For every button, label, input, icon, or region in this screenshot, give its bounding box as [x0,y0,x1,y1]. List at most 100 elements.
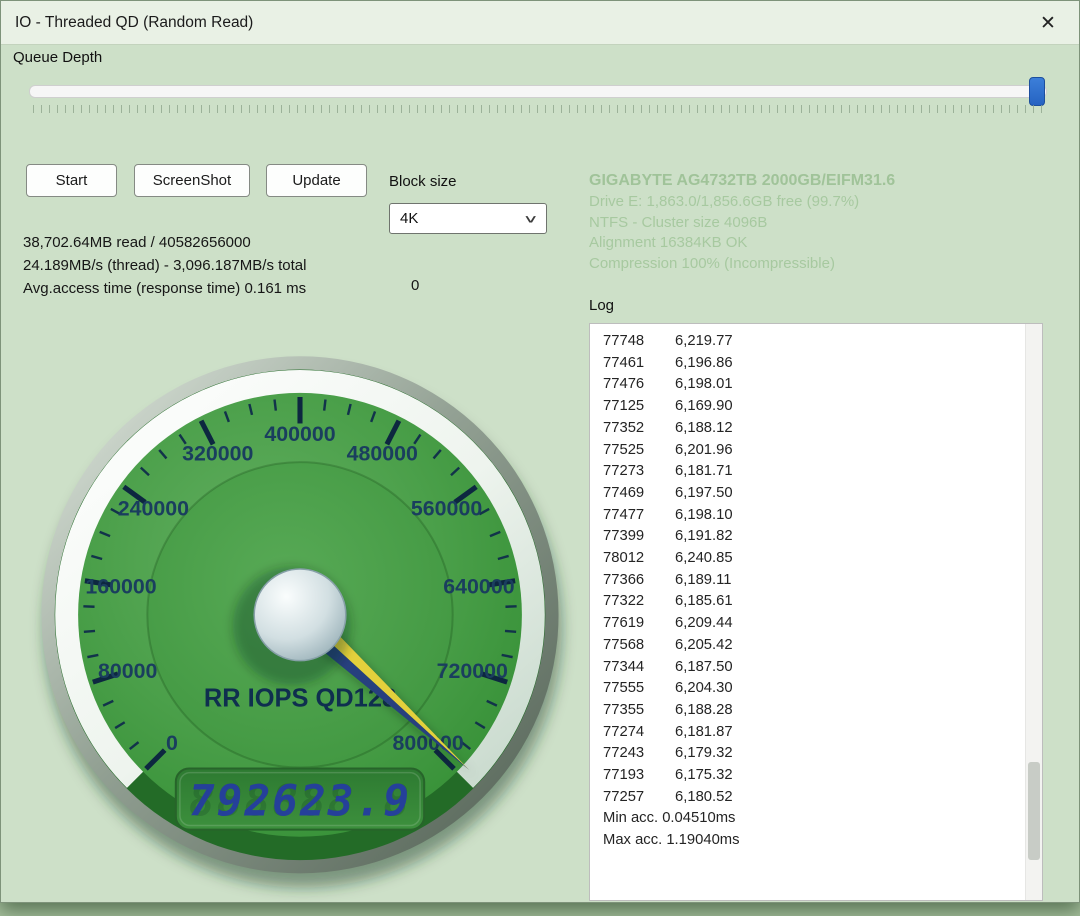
drive-filesystem: NTFS - Cluster size 4096B [589,213,895,234]
log-row[interactable]: 774696,197.50 [603,483,1025,505]
log-iops: 77273 [603,461,675,483]
iops-gauge: 0800001600002400003200004000004800005600… [15,339,585,916]
log-footer: Min acc. 0.04510ms [603,808,1025,830]
gauge-svg: 0800001600002400003200004000004800005600… [15,339,585,911]
svg-text:560000: 560000 [411,496,482,520]
log-footer: Max acc. 1.19040ms [603,830,1025,852]
log-iops: 77366 [603,570,675,592]
block-size-value: 4K [400,210,418,227]
svg-text:400000: 400000 [264,422,335,446]
log-rate: 6,188.28 [675,700,733,722]
svg-text:240000: 240000 [118,496,189,520]
close-icon[interactable]: ✕ [1025,1,1071,45]
update-button[interactable]: Update [266,164,367,197]
log-rate: 6,181.87 [675,722,733,744]
log-iops: 77257 [603,787,675,809]
block-size-label: Block size [389,173,457,190]
stat-access-time: Avg.access time (response time) 0.161 ms [23,277,306,300]
block-size-select[interactable]: 4K ∨ [389,203,547,234]
log-iops: 77476 [603,374,675,396]
log-iops: 77461 [603,353,675,375]
svg-text:640000: 640000 [443,575,514,599]
queue-depth-label: Queue Depth [13,49,102,66]
log-row[interactable]: 772436,179.32 [603,743,1025,765]
benchmark-stats: 38,702.64MB read / 40582656000 24.189MB/… [23,231,306,300]
drive-space: Drive E: 1,863.0/1,856.6GB free (99.7%) [589,192,895,213]
log-row[interactable]: 775256,201.96 [603,440,1025,462]
log-iops: 77619 [603,613,675,635]
log-rate: 6,189.11 [675,570,732,592]
queue-depth-slider-thumb[interactable] [1029,77,1045,106]
log-listbox[interactable]: 777486,219.77774616,196.86774766,198.017… [589,323,1043,901]
lcd-value: 792623.9 [189,776,411,826]
log-row[interactable]: 773526,188.12 [603,418,1025,440]
log-iops: 77469 [603,483,675,505]
log-iops: 77525 [603,440,675,462]
log-rate: 6,196.86 [675,353,733,375]
log-iops: 77568 [603,635,675,657]
counter-value: 0 [411,277,419,294]
log-scrollbar-thumb[interactable] [1028,762,1040,860]
log-row[interactable]: 775686,205.42 [603,635,1025,657]
log-iops: 77243 [603,743,675,765]
log-row[interactable]: 774616,196.86 [603,353,1025,375]
log-row[interactable]: 771256,169.90 [603,396,1025,418]
log-rate: 6,240.85 [675,548,733,570]
log-iops: 77274 [603,722,675,744]
log-row[interactable]: 771936,175.32 [603,765,1025,787]
log-rate: 6,175.32 [675,765,733,787]
screenshot-button[interactable]: ScreenShot [134,164,250,197]
log-row[interactable]: 772746,181.87 [603,722,1025,744]
log-scrollbar[interactable] [1025,324,1042,900]
log-iops: 77477 [603,505,675,527]
log-row[interactable]: 773446,187.50 [603,657,1025,679]
log-row[interactable]: 773996,191.82 [603,526,1025,548]
log-rate: 6,181.71 [675,461,733,483]
drive-model: GIGABYTE AG4732TB 2000GB/EIFM31.6 [589,169,895,192]
log-rate: 6,204.30 [675,678,733,700]
log-rate: 6,198.01 [675,374,733,396]
log-iops: 77344 [603,657,675,679]
start-button[interactable]: Start [26,164,117,197]
slider-ticks [33,105,1043,113]
stat-speed: 24.189MB/s (thread) - 3,096.187MB/s tota… [23,254,306,277]
svg-text:80000: 80000 [98,659,157,683]
stat-read: 38,702.64MB read / 40582656000 [23,231,306,254]
log-iops: 77322 [603,591,675,613]
log-row[interactable]: 776196,209.44 [603,613,1025,635]
log-rate: 6,205.42 [675,635,733,657]
svg-text:0: 0 [166,731,178,755]
log-rate: 6,197.50 [675,483,733,505]
gauge-hub [254,569,346,661]
log-row[interactable]: 772736,181.71 [603,461,1025,483]
app-window: IO - Threaded QD (Random Read) ✕ Queue D… [0,0,1080,903]
log-rate: 6,209.44 [675,613,733,635]
log-row[interactable]: 780126,240.85 [603,548,1025,570]
log-iops: 77555 [603,678,675,700]
log-rate: 6,169.90 [675,396,733,418]
log-rate: 6,191.82 [675,526,733,548]
log-row[interactable]: 774766,198.01 [603,374,1025,396]
log-iops: 77352 [603,418,675,440]
svg-text:720000: 720000 [437,659,508,683]
log-row[interactable]: 773556,188.28 [603,700,1025,722]
log-list: 777486,219.77774616,196.86774766,198.017… [590,324,1025,852]
log-row[interactable]: 775556,204.30 [603,678,1025,700]
log-row[interactable]: 777486,219.77 [603,331,1025,353]
log-label: Log [589,297,614,314]
queue-depth-slider-track[interactable] [29,85,1047,98]
log-row[interactable]: 772576,180.52 [603,787,1025,809]
log-rate: 6,201.96 [675,440,733,462]
log-rate: 6,198.10 [675,505,733,527]
log-row[interactable]: 774776,198.10 [603,505,1025,527]
log-row[interactable]: 773666,189.11 [603,570,1025,592]
svg-text:480000: 480000 [347,442,418,466]
log-row[interactable]: 773226,185.61 [603,591,1025,613]
log-iops: 77748 [603,331,675,353]
log-iops: 77125 [603,396,675,418]
log-rate: 6,219.77 [675,331,733,353]
log-rate: 6,185.61 [675,591,733,613]
titlebar[interactable]: IO - Threaded QD (Random Read) ✕ [1,1,1079,45]
svg-text:160000: 160000 [85,575,156,599]
log-iops: 78012 [603,548,675,570]
